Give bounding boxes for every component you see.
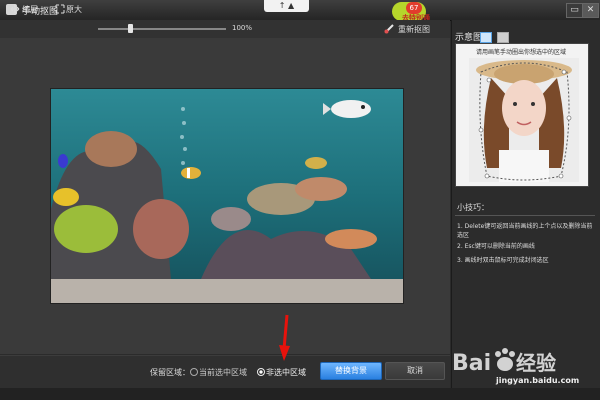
minimize-button[interactable]: ▭ bbox=[566, 3, 583, 18]
footer-bar bbox=[0, 388, 600, 400]
watermark-url: jingyan.baidu.com bbox=[496, 376, 580, 385]
radio-non-selected[interactable] bbox=[257, 368, 265, 376]
redraw-button[interactable]: 重新抠图 bbox=[398, 24, 430, 35]
preview-toggle-2[interactable] bbox=[497, 32, 509, 43]
tip-item: 2. Esc键可以删除当前的画线 bbox=[457, 243, 535, 250]
tips-title: 小技巧： bbox=[457, 203, 489, 212]
preview-label: 示意图 bbox=[455, 33, 483, 43]
promo-badge[interactable]: 67 去特别通 bbox=[392, 2, 442, 22]
arrows-out-icon[interactable] bbox=[55, 4, 65, 14]
tip-item: 1. Delete键可返回当前画线的上个点以及删除当前选区 bbox=[457, 223, 593, 239]
aquarium-image[interactable] bbox=[50, 88, 404, 304]
replace-background-button[interactable]: 替换背景 bbox=[320, 362, 382, 380]
original-size-button[interactable]: 原大 bbox=[66, 4, 82, 15]
portrait-example-image bbox=[469, 58, 579, 182]
brush-icon[interactable] bbox=[384, 23, 396, 34]
tips-divider bbox=[455, 215, 595, 216]
svg-text:经验: 经验 bbox=[516, 351, 556, 375]
red-arrow-annotation bbox=[279, 314, 290, 361]
baidu-logo-watermark: Bai 经验 bbox=[452, 348, 556, 376]
radio-non-selected-label[interactable]: 非选中区域 bbox=[266, 367, 306, 378]
zoom-slider[interactable] bbox=[98, 28, 226, 30]
tip-item: 3. 画线时双击鼠标可完成封闭选区 bbox=[457, 257, 549, 264]
zoom-slider-handle[interactable] bbox=[128, 24, 133, 33]
radio-current-selection[interactable] bbox=[190, 368, 198, 376]
svg-text:Bai: Bai bbox=[452, 351, 491, 376]
radio-current-selection-label[interactable]: 当前选中区域 bbox=[199, 367, 247, 378]
arrows-in-icon[interactable] bbox=[10, 4, 20, 14]
shrink-button[interactable]: 缩屏 bbox=[22, 4, 38, 15]
close-button[interactable]: ✕ bbox=[582, 3, 599, 18]
cancel-button[interactable]: 取消 bbox=[385, 362, 445, 380]
keep-region-label: 保留区域： bbox=[150, 368, 190, 377]
collapse-tab[interactable]: ↑ ▲ bbox=[264, 0, 309, 12]
preview-hint: 请用画笔手动圈出你想选中的区域 bbox=[475, 49, 566, 56]
zoom-value: 100% bbox=[232, 24, 253, 32]
preview-toggle-1[interactable] bbox=[480, 32, 492, 43]
